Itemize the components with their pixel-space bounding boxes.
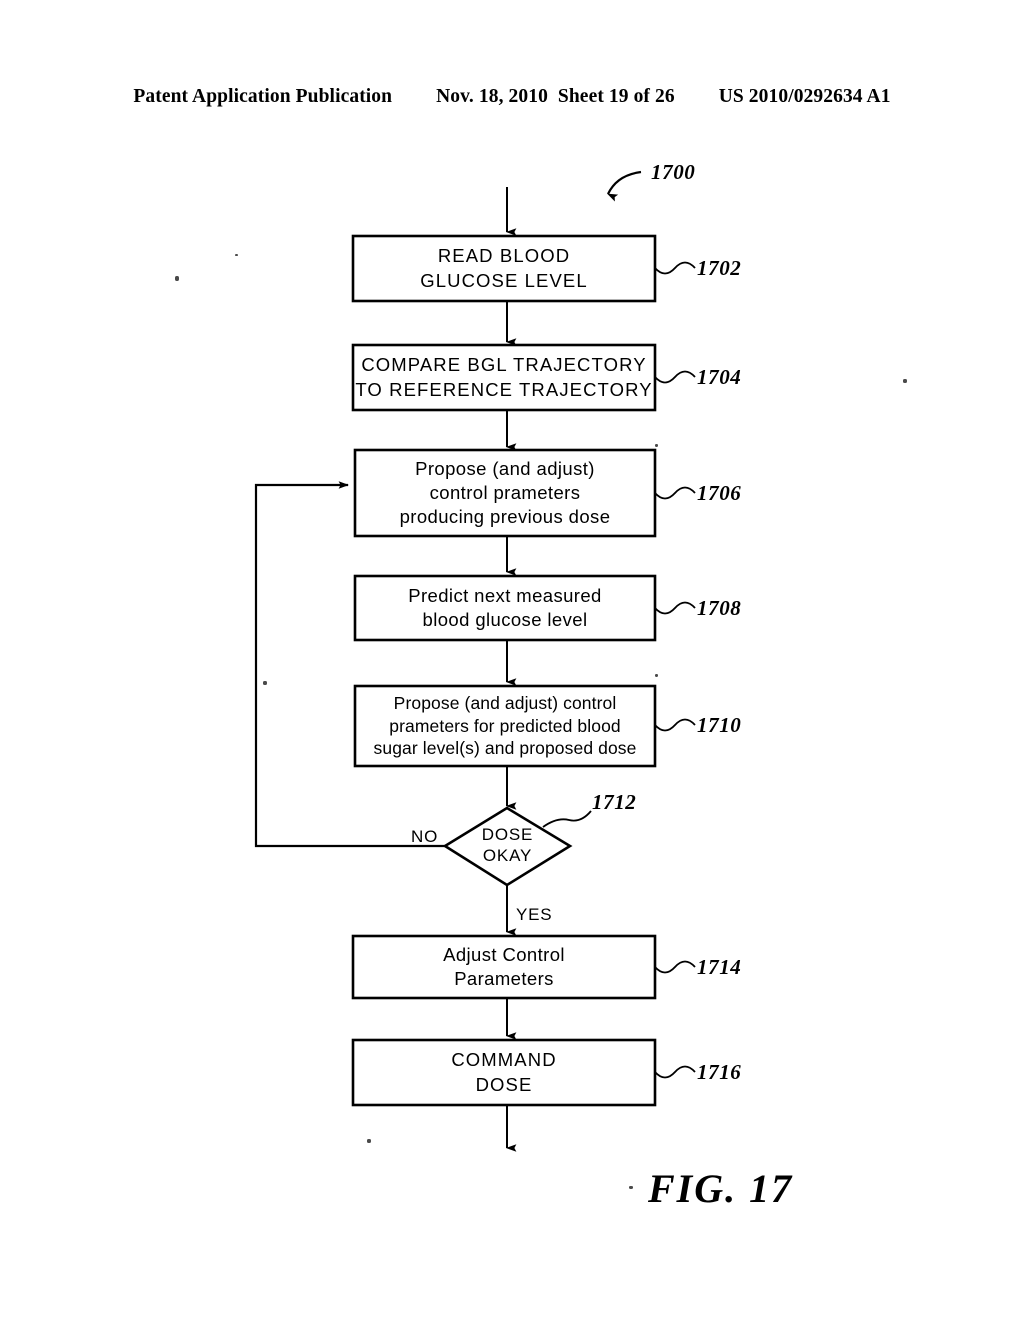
scan-speck xyxy=(263,681,267,685)
reference-numeral-1708: 1708 xyxy=(697,596,742,620)
node-1710 xyxy=(353,684,657,768)
figure-caption: FIG. 17 xyxy=(648,1166,794,1211)
flowchart-diagram xyxy=(254,170,696,1152)
reference-numeral-1706: 1706 xyxy=(697,481,742,505)
reference-numeral-1710: 1710 xyxy=(697,713,742,737)
feedback-loop-no xyxy=(254,481,445,848)
reference-numeral-1712: 1712 xyxy=(592,790,637,814)
node-1706 xyxy=(353,448,657,538)
patent-page: Patent Application Publication Nov. 18, … xyxy=(0,0,1024,1320)
node-1708 xyxy=(353,574,657,642)
branch-label-yes: YES xyxy=(516,905,553,924)
scan-speck xyxy=(629,1186,633,1189)
scan-speck xyxy=(235,254,238,256)
branch-label-no: NO xyxy=(411,827,439,846)
reference-numeral-1716: 1716 xyxy=(697,1060,742,1084)
reference-numeral-1714: 1714 xyxy=(697,955,742,979)
scan-speck xyxy=(367,1139,371,1143)
figure-reference-arrow xyxy=(607,170,642,202)
reference-numeral-1700: 1700 xyxy=(651,160,696,184)
node-1714 xyxy=(351,934,657,1000)
node-1716 xyxy=(351,1038,657,1107)
node-1712 xyxy=(442,806,573,887)
scan-speck xyxy=(903,379,907,383)
scan-speck xyxy=(655,674,658,677)
reference-numeral-1704: 1704 xyxy=(697,365,742,389)
node-1702 xyxy=(351,234,657,303)
scan-speck xyxy=(655,444,658,447)
scan-speck xyxy=(175,276,179,281)
node-1704 xyxy=(351,343,657,412)
reference-numeral-1702: 1702 xyxy=(697,256,742,280)
